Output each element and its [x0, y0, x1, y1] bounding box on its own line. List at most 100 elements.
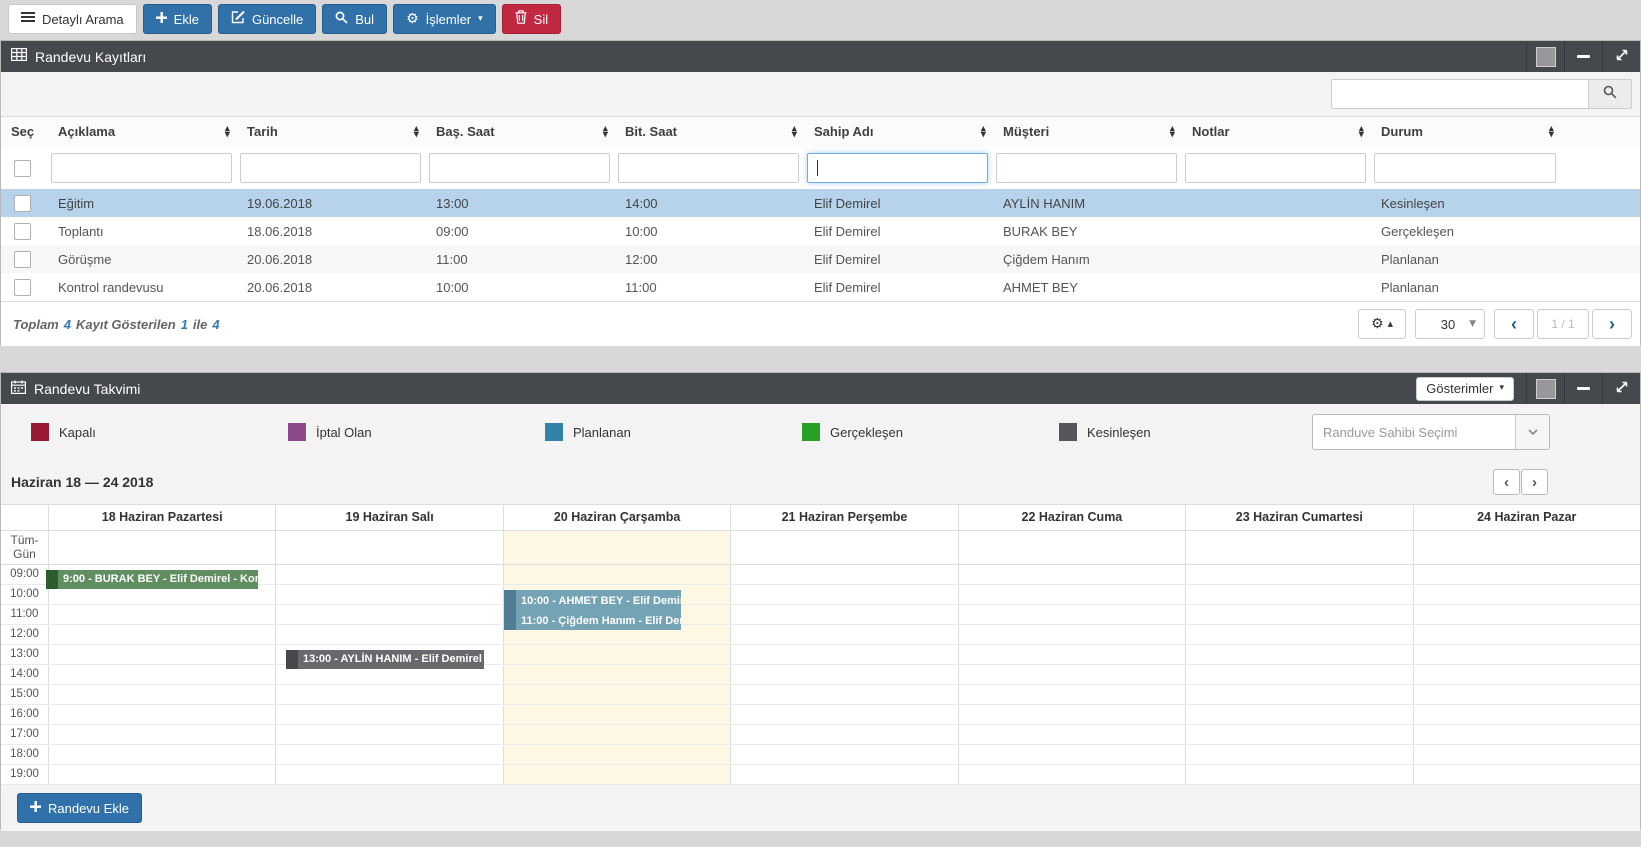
- row-checkbox[interactable]: [14, 251, 31, 268]
- all-day-cell-today[interactable]: [503, 531, 730, 564]
- time-slot-today[interactable]: [503, 665, 730, 684]
- add-button[interactable]: Ekle: [143, 4, 212, 34]
- time-slot[interactable]: [958, 765, 1185, 784]
- time-slot[interactable]: [1185, 645, 1412, 664]
- time-slot[interactable]: [1185, 665, 1412, 684]
- time-slot[interactable]: [958, 725, 1185, 744]
- collapse-button[interactable]: [1564, 373, 1602, 404]
- all-day-cell[interactable]: [1185, 531, 1412, 564]
- time-slot-today[interactable]: [503, 705, 730, 724]
- time-slot[interactable]: [958, 605, 1185, 624]
- time-slot[interactable]: [1413, 585, 1640, 604]
- time-slot[interactable]: [48, 645, 275, 664]
- panel-style-button[interactable]: [1526, 41, 1564, 72]
- table-row[interactable]: Görüşme 20.06.2018 11:00 12:00 Elif Demi…: [1, 245, 1640, 273]
- time-slot[interactable]: [275, 565, 502, 584]
- time-slot-today[interactable]: [503, 725, 730, 744]
- next-page-button[interactable]: ›: [1592, 309, 1632, 339]
- sort-icon[interactable]: ▲▼: [603, 127, 608, 138]
- time-slot[interactable]: [1185, 705, 1412, 724]
- time-slot[interactable]: [1413, 665, 1640, 684]
- time-slot[interactable]: [958, 705, 1185, 724]
- time-slot[interactable]: [730, 625, 957, 644]
- time-slot[interactable]: [275, 725, 502, 744]
- time-slot[interactable]: [1413, 645, 1640, 664]
- time-slot[interactable]: [730, 685, 957, 704]
- row-checkbox[interactable]: [14, 195, 31, 212]
- column-header-notlar[interactable]: Notlar▲▼: [1182, 117, 1371, 147]
- column-header-musteri[interactable]: Müşteri▲▼: [993, 117, 1182, 147]
- time-slot[interactable]: [730, 645, 957, 664]
- time-slot[interactable]: [1185, 625, 1412, 644]
- filter-input-tarih[interactable]: [240, 153, 421, 183]
- collapse-button[interactable]: [1564, 41, 1602, 72]
- update-button[interactable]: Güncelle: [218, 4, 316, 34]
- time-slot[interactable]: [1413, 745, 1640, 764]
- filter-input-musteri[interactable]: [996, 153, 1177, 183]
- time-slot[interactable]: [275, 605, 502, 624]
- table-row[interactable]: Eğitim 19.06.2018 13:00 14:00 Elif Demir…: [1, 189, 1640, 217]
- detailed-search-button[interactable]: Detaylı Arama: [8, 4, 137, 34]
- time-slot[interactable]: [1185, 725, 1412, 744]
- column-header-durum[interactable]: Durum▲▼: [1371, 117, 1561, 147]
- time-slot[interactable]: [275, 685, 502, 704]
- time-slot[interactable]: [958, 685, 1185, 704]
- column-header-aciklama[interactable]: Açıklama▲▼: [48, 117, 237, 147]
- calendar-event[interactable]: 13:00 - AYLİN HANIM - Elif Demirel - Ko: [286, 650, 484, 669]
- time-slot[interactable]: [1413, 625, 1640, 644]
- delete-button[interactable]: Sil: [502, 4, 561, 34]
- row-checkbox[interactable]: [14, 279, 31, 296]
- time-slot[interactable]: [958, 625, 1185, 644]
- time-slot[interactable]: [1413, 565, 1640, 584]
- calendar-event[interactable]: 10:00 - AHMET BEY - Elif Demirel - Konu: [504, 590, 681, 612]
- table-row[interactable]: Kontrol randevusu 20.06.2018 10:00 11:00…: [1, 273, 1640, 301]
- find-button[interactable]: Bul: [322, 4, 387, 34]
- time-slot[interactable]: [1185, 745, 1412, 764]
- time-slot-today[interactable]: [503, 765, 730, 784]
- time-slot-today[interactable]: [503, 685, 730, 704]
- panel-style-button[interactable]: [1526, 373, 1564, 404]
- calendar-event[interactable]: 9:00 - BURAK BEY - Elif Demirel - Konu: …: [46, 570, 258, 589]
- time-slot[interactable]: [48, 725, 275, 744]
- next-week-button[interactable]: ›: [1521, 469, 1548, 495]
- column-header-bas-saat[interactable]: Baş. Saat▲▼: [426, 117, 615, 147]
- time-slot[interactable]: [48, 705, 275, 724]
- sort-icon[interactable]: ▲▼: [1359, 127, 1364, 138]
- time-slot[interactable]: [958, 565, 1185, 584]
- time-slot[interactable]: [275, 585, 502, 604]
- time-slot[interactable]: [730, 705, 957, 724]
- time-slot[interactable]: [1185, 765, 1412, 784]
- filter-input-durum[interactable]: [1374, 153, 1556, 183]
- column-header-bit-saat[interactable]: Bit. Saat▲▼: [615, 117, 804, 147]
- maximize-button[interactable]: [1602, 41, 1640, 72]
- time-slot[interactable]: [275, 765, 502, 784]
- time-slot[interactable]: [958, 665, 1185, 684]
- filter-input-aciklama[interactable]: [51, 153, 232, 183]
- table-row[interactable]: Toplantı 18.06.2018 09:00 10:00 Elif Dem…: [1, 217, 1640, 245]
- time-slot-today[interactable]: [503, 645, 730, 664]
- maximize-button[interactable]: [1602, 373, 1640, 404]
- filter-input-bas-saat[interactable]: [429, 153, 610, 183]
- sort-icon[interactable]: ▲▼: [981, 127, 986, 138]
- time-slot[interactable]: [275, 705, 502, 724]
- sort-icon[interactable]: ▲▼: [1170, 127, 1175, 138]
- table-settings-button[interactable]: ⚙ ▲: [1358, 309, 1406, 339]
- filter-input-notlar[interactable]: [1185, 153, 1366, 183]
- column-header-sahip-adi[interactable]: Sahip Adı▲▼: [804, 117, 993, 147]
- time-slot[interactable]: [1413, 725, 1640, 744]
- page-size-select[interactable]: 30 ▼: [1415, 309, 1485, 339]
- time-slot-today[interactable]: [503, 745, 730, 764]
- time-slot[interactable]: [1413, 605, 1640, 624]
- time-slot[interactable]: [730, 585, 957, 604]
- prev-page-button[interactable]: ‹: [1494, 309, 1534, 339]
- table-search-input[interactable]: [1331, 79, 1589, 109]
- calendar-event[interactable]: 11:00 - Çiğdem Hanım - Elif Demirel - K: [504, 612, 681, 630]
- time-slot[interactable]: [730, 745, 957, 764]
- time-slot[interactable]: [1185, 585, 1412, 604]
- sort-icon[interactable]: ▲▼: [225, 127, 230, 138]
- row-checkbox[interactable]: [14, 223, 31, 240]
- all-day-cell[interactable]: [730, 531, 957, 564]
- time-slot[interactable]: [48, 665, 275, 684]
- time-slot-today[interactable]: [503, 565, 730, 584]
- time-slot[interactable]: [730, 565, 957, 584]
